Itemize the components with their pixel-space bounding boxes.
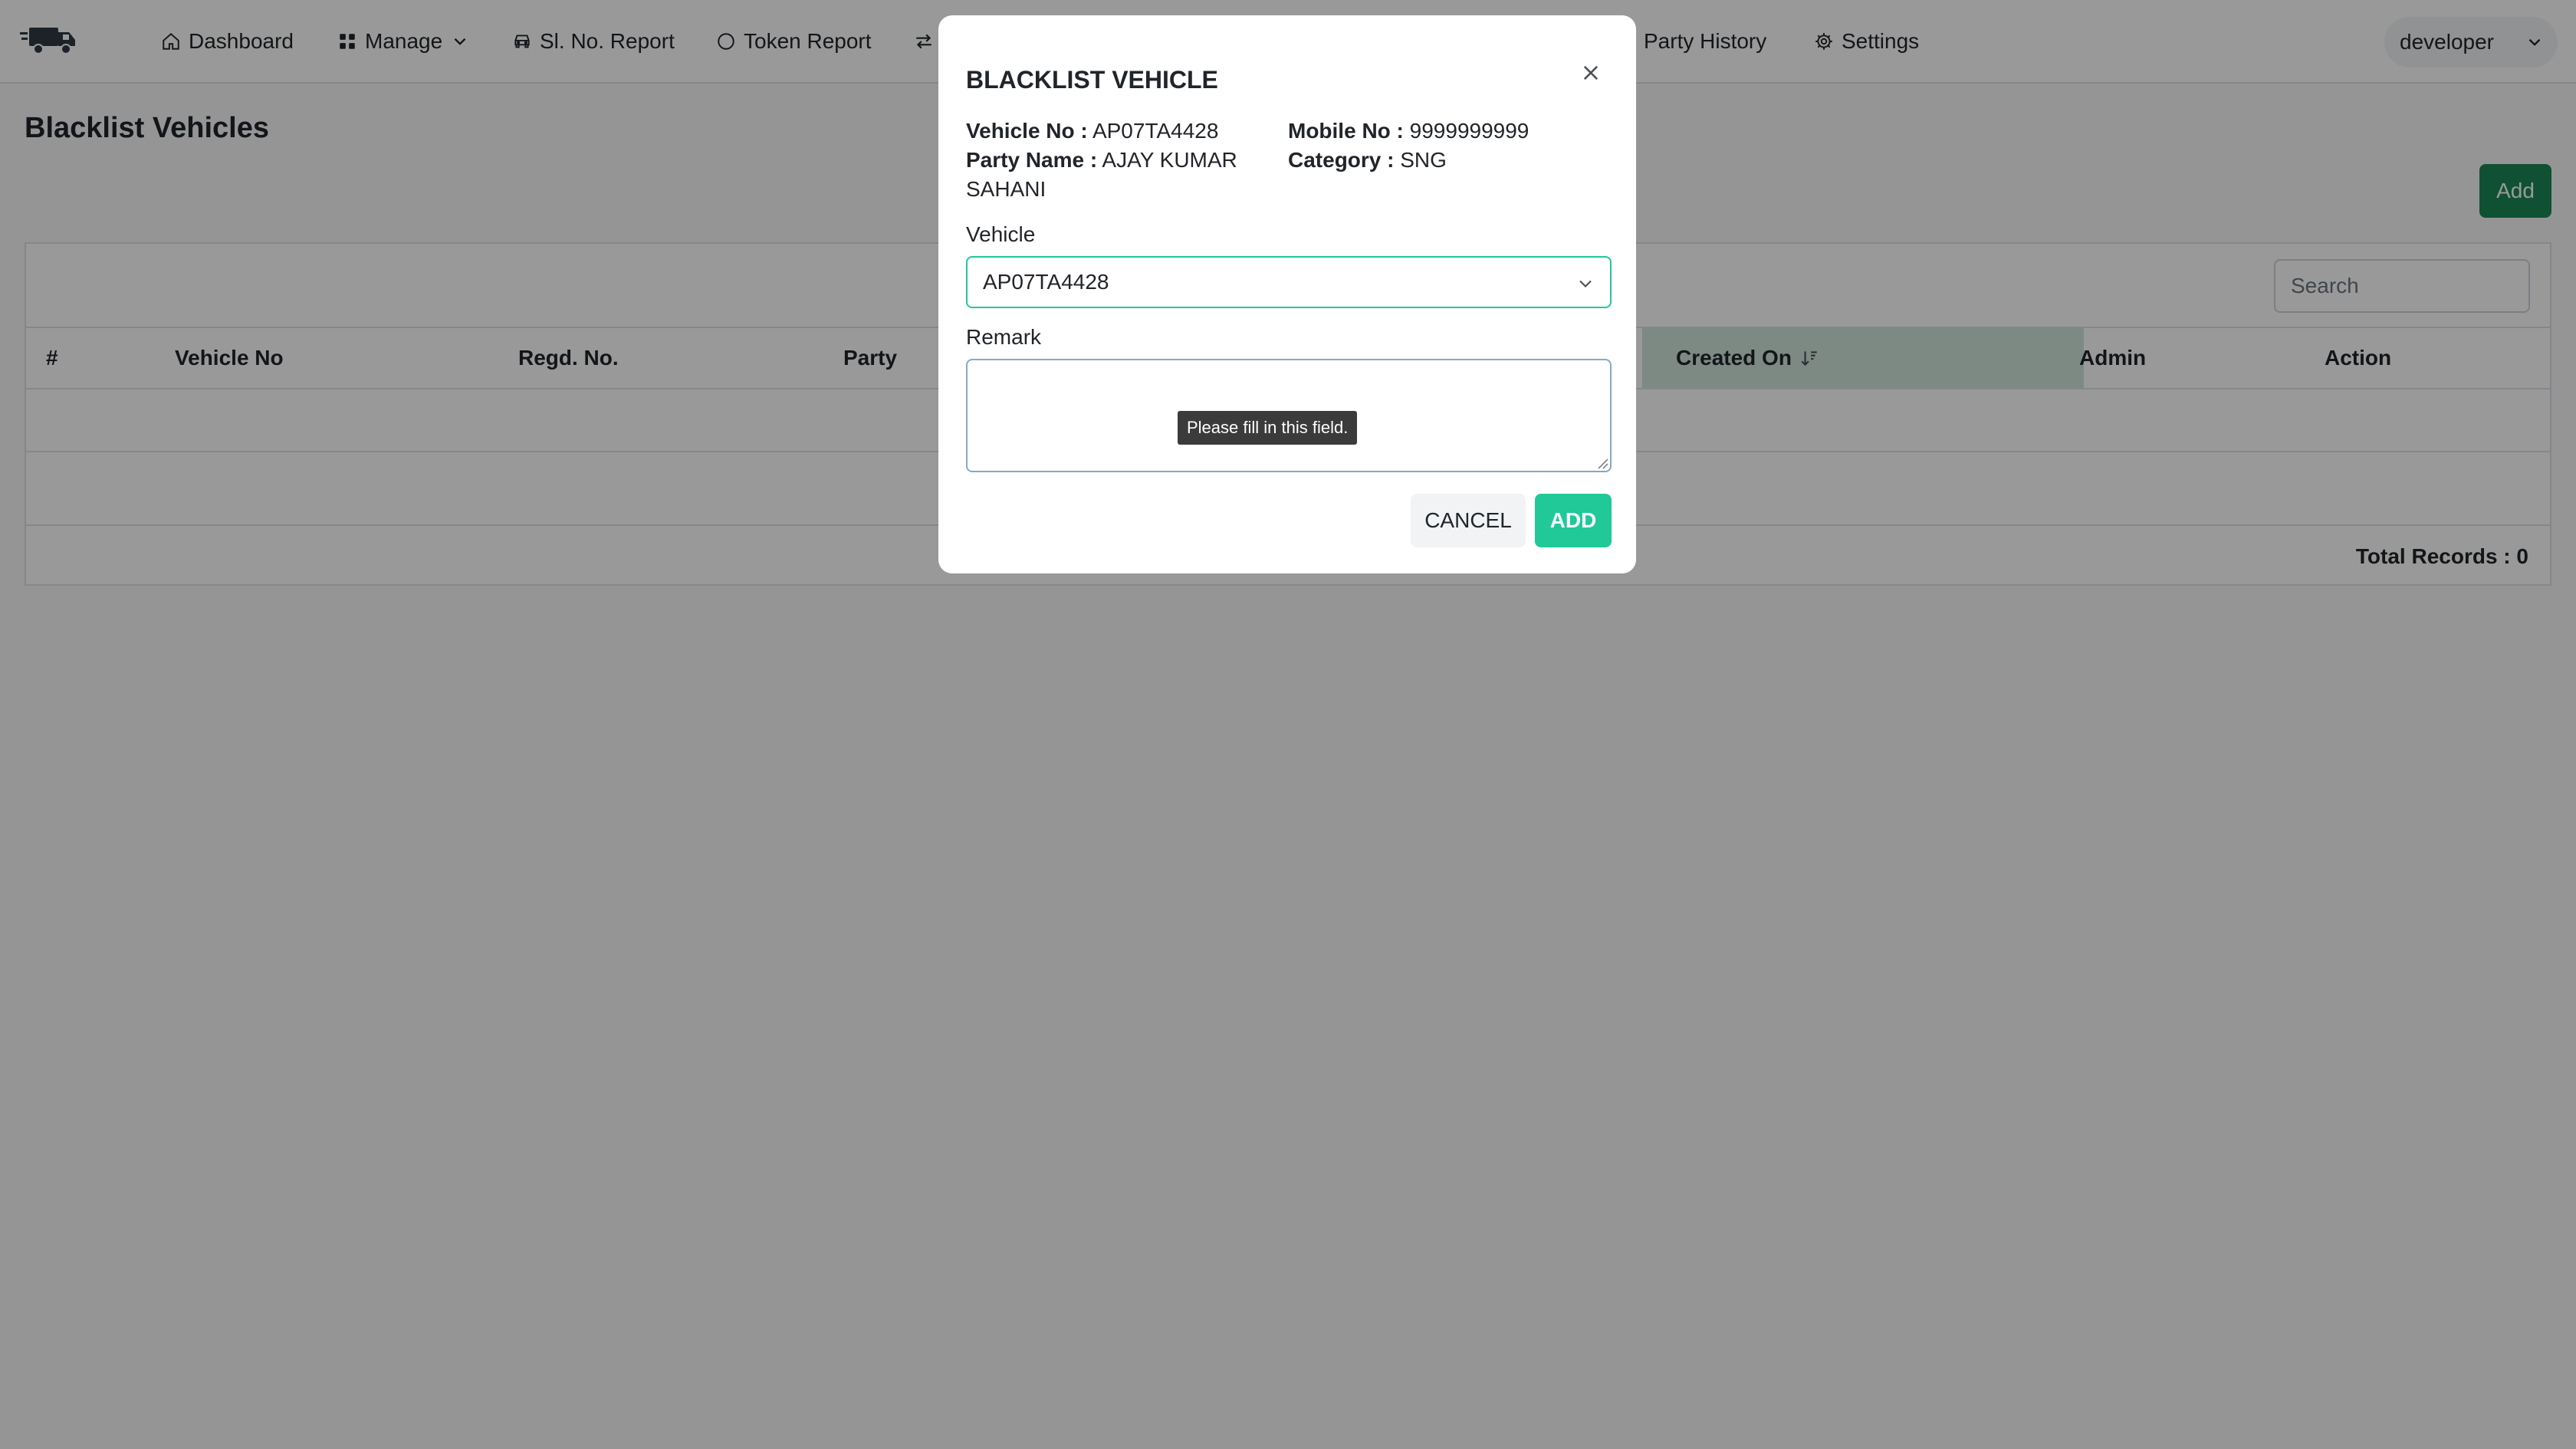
chevron-down-icon [1579, 280, 1592, 288]
remark-field-label: Remark [966, 325, 1042, 349]
blacklist-vehicle-modal: BLACKLIST VEHICLE Vehicle No : AP07TA442… [938, 15, 1636, 573]
validation-tooltip: Please fill in this field. [1178, 411, 1358, 445]
category-info: Category : SNG [1288, 148, 1447, 172]
vehicle-select[interactable]: AP07TA4428 [966, 256, 1612, 308]
add-button[interactable]: ADD [1535, 494, 1612, 547]
vehicle-select-value: AP07TA4428 [983, 270, 1109, 294]
party-name-info: Party Name : AJAY KUMAR SAHANI [966, 148, 1237, 201]
vehicle-no-info: Vehicle No : AP07TA4428 [966, 119, 1219, 143]
close-button[interactable] [1572, 54, 1610, 92]
mobile-no-info: Mobile No : 9999999999 [1288, 119, 1530, 143]
resize-grip-icon[interactable] [1595, 455, 1608, 469]
vehicle-party-info: Vehicle No : AP07TA4428 Party Name : AJA… [966, 117, 1242, 204]
mobile-category-info: Mobile No : 9999999999 Category : SNG [1288, 117, 1610, 175]
close-icon [1583, 65, 1598, 80]
modal-title: BLACKLIST VEHICLE [966, 66, 1218, 94]
vehicle-field-label: Vehicle [966, 222, 1036, 246]
cancel-button[interactable]: CANCEL [1411, 494, 1526, 547]
